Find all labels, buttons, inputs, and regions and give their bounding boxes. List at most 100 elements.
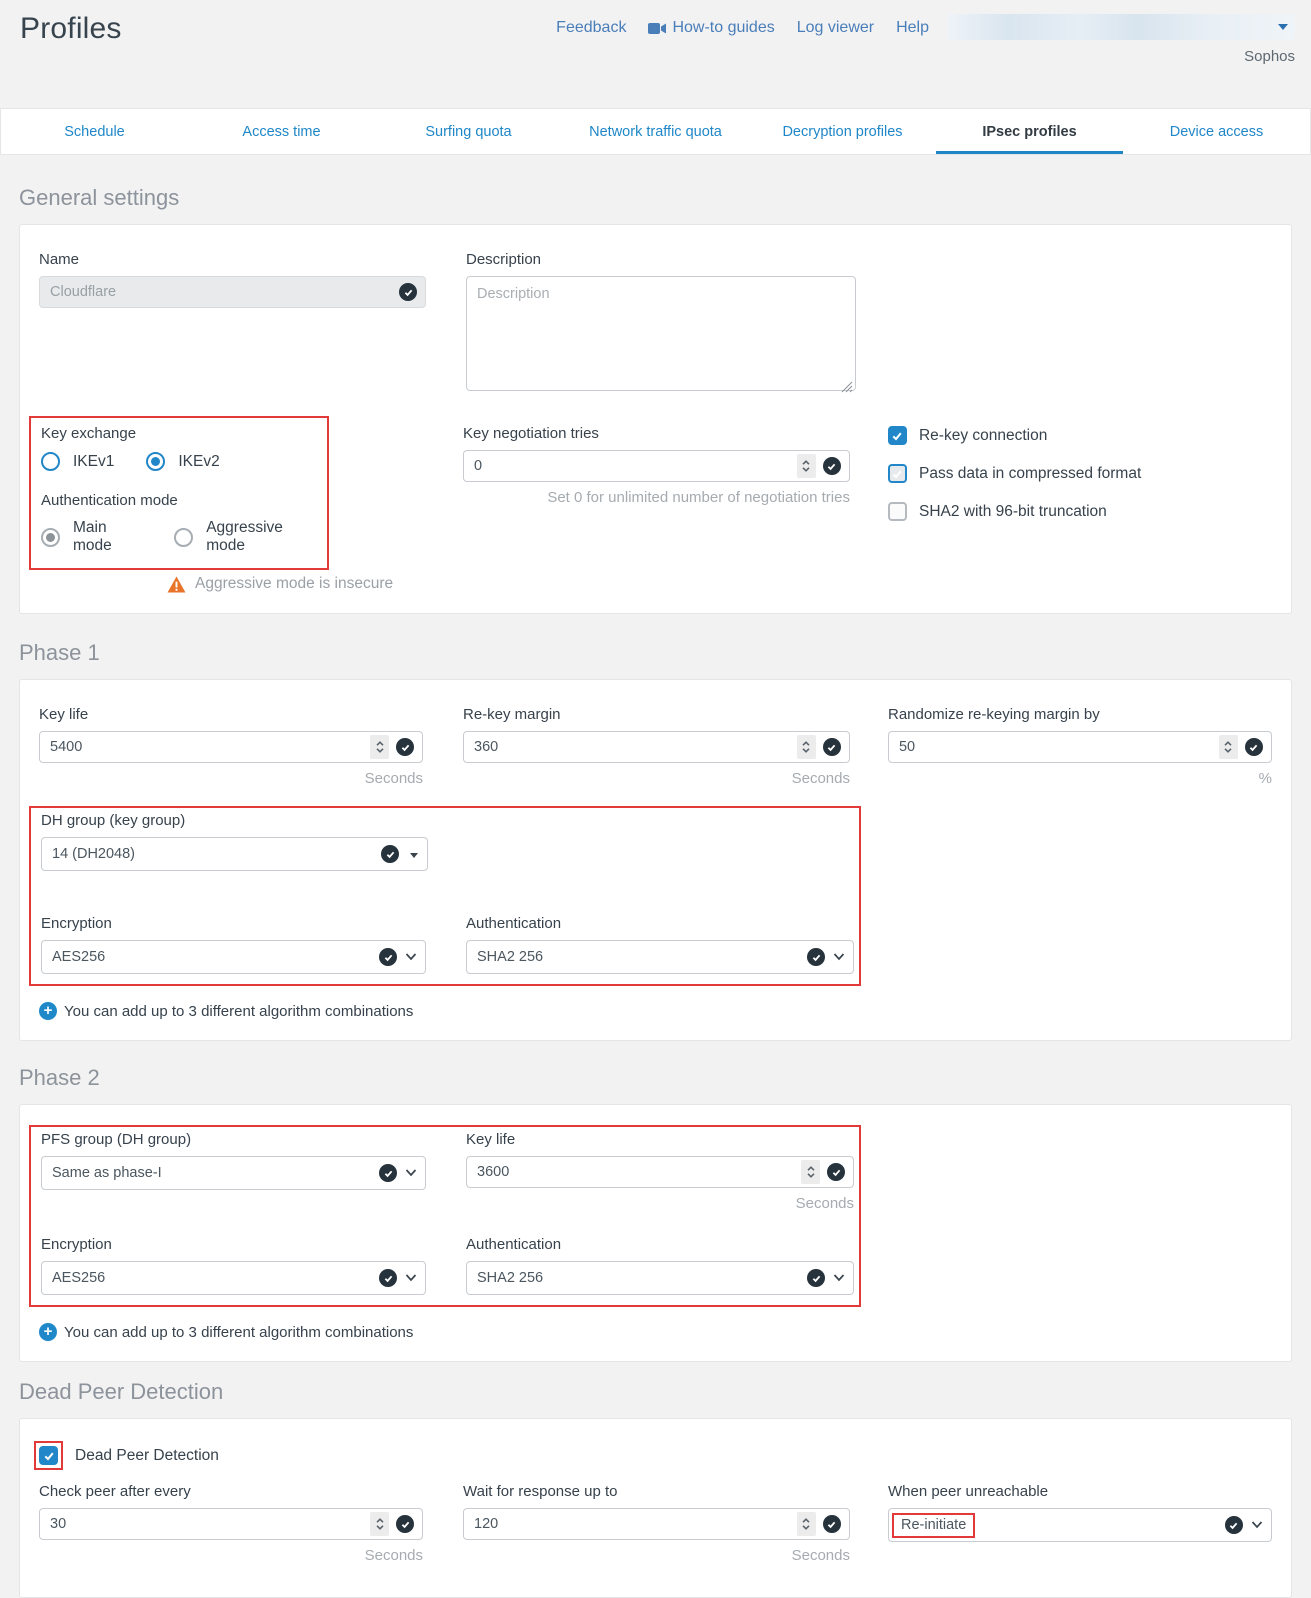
phase1-heading: Phase 1 <box>19 640 1292 666</box>
p1-key-life-unit: Seconds <box>39 770 423 787</box>
p1-add-combination[interactable]: + You can add up to 3 different algorith… <box>39 1002 1272 1020</box>
p2-authentication-select[interactable]: SHA2 256 <box>466 1261 854 1295</box>
valid-check-icon <box>379 1269 397 1287</box>
dropdown-triangle-icon <box>410 853 418 858</box>
sha2-truncation-checkbox[interactable] <box>888 502 907 521</box>
radio-ikev2[interactable] <box>146 452 165 471</box>
p1-rekey-margin-input[interactable] <box>463 731 850 763</box>
brand-label: Sophos <box>1244 48 1295 65</box>
dpd-enable-label: Dead Peer Detection <box>75 1447 219 1465</box>
valid-check-icon <box>1225 1516 1243 1534</box>
dpd-when-unreachable-value: Re-initiate <box>901 1517 966 1533</box>
key-negotiation-label: Key negotiation tries <box>463 425 850 442</box>
annotation-box-phase1-algorithms: DH group (key group) 14 (DH2048) Encrypt… <box>29 806 861 986</box>
p2-add-combination[interactable]: + You can add up to 3 different algorith… <box>39 1323 1272 1341</box>
sha2-truncation-label: SHA2 with 96-bit truncation <box>919 503 1107 521</box>
p2-encryption-select[interactable]: AES256 <box>41 1261 426 1295</box>
tab-decryption-profiles[interactable]: Decryption profiles <box>749 109 936 154</box>
key-exchange-label: Key exchange <box>41 425 319 442</box>
help-link[interactable]: Help <box>896 19 929 37</box>
radio-aggressive-mode-label: Aggressive mode <box>206 519 319 555</box>
dpd-when-unreachable-label: When peer unreachable <box>888 1483 1272 1500</box>
p2-key-life-input[interactable] <box>466 1156 854 1188</box>
stepper-icon[interactable] <box>801 1160 820 1184</box>
tab-network-traffic-quota[interactable]: Network traffic quota <box>562 109 749 154</box>
description-label: Description <box>466 251 856 268</box>
p2-pfs-group-value: Same as phase-I <box>52 1165 162 1181</box>
valid-check-icon <box>823 457 841 475</box>
dpd-check-peer-label: Check peer after every <box>39 1483 423 1500</box>
dpd-enable-checkbox[interactable] <box>39 1446 58 1465</box>
valid-check-icon <box>1245 738 1263 756</box>
tab-ipsec-profiles[interactable]: IPsec profiles <box>936 109 1123 154</box>
stepper-icon[interactable] <box>797 1512 816 1536</box>
valid-check-icon <box>381 845 399 863</box>
dpd-check-peer-input[interactable] <box>39 1508 423 1540</box>
dpd-wait-response-unit: Seconds <box>463 1547 850 1564</box>
p1-authentication-select[interactable]: SHA2 256 <box>466 940 854 974</box>
pass-data-compressed-label: Pass data in compressed format <box>919 465 1141 483</box>
p2-authentication-value: SHA2 256 <box>477 1270 543 1286</box>
valid-check-icon <box>396 738 414 756</box>
radio-ikev1[interactable] <box>41 452 60 471</box>
chevron-down-icon <box>405 1168 417 1177</box>
p2-key-life-label: Key life <box>466 1131 854 1148</box>
account-menu[interactable] <box>947 14 1295 40</box>
p2-pfs-group-select[interactable]: Same as phase-I <box>41 1156 426 1190</box>
stepper-icon[interactable] <box>1219 735 1238 759</box>
radio-ikev1-label: IKEv1 <box>73 453 114 471</box>
radio-ikev2-label: IKEv2 <box>178 453 219 471</box>
valid-check-icon <box>827 1163 845 1181</box>
log-viewer-link[interactable]: Log viewer <box>797 19 874 37</box>
name-label: Name <box>39 251 426 268</box>
p1-authentication-label: Authentication <box>466 915 854 932</box>
feedback-link[interactable]: Feedback <box>556 19 626 37</box>
valid-check-icon <box>379 948 397 966</box>
p1-encryption-label: Encryption <box>41 915 426 932</box>
p2-add-combination-label: You can add up to 3 different algorithm … <box>64 1324 413 1341</box>
tab-access-time[interactable]: Access time <box>188 109 375 154</box>
radio-aggressive-mode <box>174 528 193 547</box>
description-input[interactable] <box>466 276 856 391</box>
p1-randomize-label: Randomize re-keying margin by <box>888 706 1272 723</box>
chevron-down-icon <box>833 952 845 961</box>
howto-guides-link[interactable]: How-to guides <box>648 19 774 37</box>
p1-encryption-value: AES256 <box>52 949 105 965</box>
aggressive-mode-warning: Aggressive mode is insecure <box>195 575 393 593</box>
stepper-icon[interactable] <box>370 1512 389 1536</box>
chevron-down-icon <box>833 1273 845 1282</box>
rekey-connection-label: Re-key connection <box>919 427 1047 445</box>
header-links: Feedback How-to guides Log viewer Help <box>556 19 929 37</box>
tab-surfing-quota[interactable]: Surfing quota <box>375 109 562 154</box>
p1-dh-group-select[interactable]: 14 (DH2048) <box>41 837 428 871</box>
valid-check-icon <box>807 948 825 966</box>
stepper-icon[interactable] <box>797 454 816 478</box>
dpd-check-peer-unit: Seconds <box>39 1547 423 1564</box>
stepper-icon[interactable] <box>370 735 389 759</box>
annotation-box-reinitiate: Re-initiate <box>892 1513 975 1538</box>
annotation-box-phase2-algorithms: PFS group (DH group) Same as phase-I Key… <box>29 1125 861 1307</box>
valid-check-icon <box>807 1269 825 1287</box>
dpd-wait-response-input[interactable] <box>463 1508 850 1540</box>
stepper-icon[interactable] <box>797 735 816 759</box>
p1-encryption-select[interactable]: AES256 <box>41 940 426 974</box>
p1-dh-group-label: DH group (key group) <box>41 812 428 829</box>
p1-dh-group-value: 14 (DH2048) <box>52 846 135 862</box>
p1-rekey-margin-label: Re-key margin <box>463 706 850 723</box>
chevron-down-icon <box>1251 1520 1263 1529</box>
rekey-connection-checkbox[interactable] <box>888 426 907 445</box>
p1-key-life-input[interactable] <box>39 731 423 763</box>
key-negotiation-input[interactable] <box>463 450 850 482</box>
valid-check-icon <box>399 283 417 301</box>
phase2-heading: Phase 2 <box>19 1065 1292 1091</box>
key-negotiation-help: Set 0 for unlimited number of negotiatio… <box>463 489 850 506</box>
tab-device-access[interactable]: Device access <box>1123 109 1310 154</box>
annotation-box-key-exchange: Key exchange IKEv1 IKEv2 Authentication … <box>29 416 329 570</box>
dpd-when-unreachable-select[interactable]: Re-initiate <box>888 1508 1272 1542</box>
chevron-down-icon <box>405 1273 417 1282</box>
pass-data-compressed-checkbox[interactable] <box>888 464 907 483</box>
p2-encryption-label: Encryption <box>41 1236 426 1253</box>
tab-schedule[interactable]: Schedule <box>1 109 188 154</box>
plus-circle-icon: + <box>39 1323 57 1341</box>
p1-randomize-input[interactable] <box>888 731 1272 763</box>
